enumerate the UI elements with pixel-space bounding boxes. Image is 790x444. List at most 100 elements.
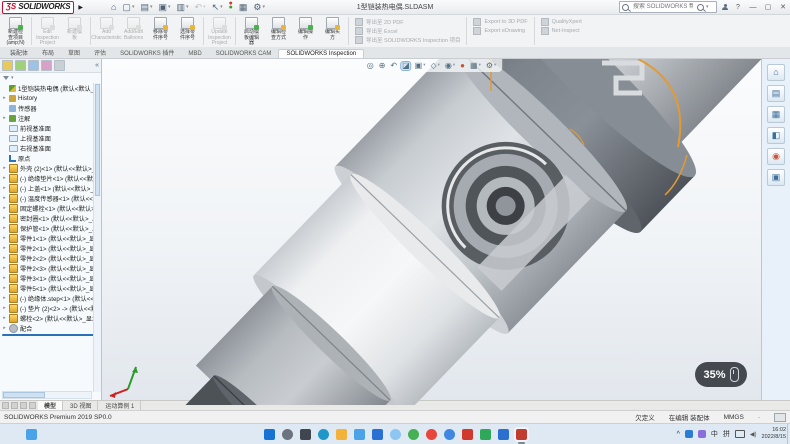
scrollbar-thumb[interactable]	[95, 84, 100, 196]
file-explorer-icon[interactable]: ▦	[767, 106, 785, 123]
export-excel-item[interactable]: 导出至 Excel	[355, 27, 460, 35]
previous-view-icon[interactable]: ↶	[389, 62, 398, 70]
ime-language-indicator[interactable]: 中	[711, 429, 718, 439]
edit-operation-button[interactable]: 编辑操 作	[292, 15, 319, 47]
export-edrawing-item[interactable]: Export eDrawing	[473, 27, 527, 35]
tab-sketch[interactable]: 草图	[61, 47, 87, 58]
tree-horizontal-scrollbar[interactable]	[2, 391, 92, 399]
save-icon[interactable]: ▣▾	[158, 3, 170, 12]
options-icon[interactable]: ⚙▾	[253, 3, 265, 12]
tree-item-top-cover[interactable]: ▸(-) 上盖<1> (默认<<默认>_显示状态	[0, 183, 101, 193]
tree-item-assembly-root[interactable]: 1型铠装热电偶 (默认<默认_显示状态-1>	[0, 83, 101, 93]
display-style-icon[interactable]: ◇▾	[430, 62, 441, 70]
export-inspection-project-item[interactable]: 导出至 SOLIDWORKS Inspection 项目	[355, 36, 460, 44]
minimize-button[interactable]: —	[748, 4, 758, 11]
undo-icon[interactable]: ↶▾	[195, 3, 206, 12]
start-button[interactable]	[264, 429, 275, 440]
tree-item-bolt2[interactable]: ▸螺栓<2> (默认<<默认>_显示状态	[0, 313, 101, 323]
tree-item-history[interactable]: ▸History	[0, 93, 101, 103]
configurationmanager-tab-icon[interactable]	[28, 60, 39, 71]
rebuild-icon[interactable]: ●	[229, 4, 233, 11]
solidworks-taskbar-icon[interactable]	[516, 429, 527, 440]
print-icon[interactable]: ▥▾	[177, 3, 189, 12]
tree-item-right-plane[interactable]: 右视基准面	[0, 143, 101, 153]
file-properties-icon[interactable]: ▦	[239, 3, 248, 12]
tab-mbd[interactable]: MBD	[181, 50, 208, 58]
chrome-icon[interactable]	[444, 429, 455, 440]
export-2d-pdf-item[interactable]: 导出至 2D PDF	[355, 18, 460, 26]
w-app-icon[interactable]	[498, 429, 509, 440]
units-selector[interactable]: MMGS	[724, 414, 744, 421]
view-palette-icon[interactable]: ◧	[767, 127, 785, 144]
remove-balloons-button[interactable]: 移除零 件序号	[147, 15, 174, 47]
select-icon[interactable]: ↖▾	[212, 3, 223, 12]
onedrive-icon[interactable]	[390, 429, 401, 440]
tree-item-insulating-gasket[interactable]: ▸(-) 绝缘垫片<1> (默认<<默认>_显示状	[0, 173, 101, 183]
tree-item-gasket2[interactable]: ▸(-) 垫片 (2)<2> -> (默认<<默认>_显示状态	[0, 303, 101, 313]
mail-icon[interactable]	[354, 429, 365, 440]
store-icon[interactable]	[372, 429, 383, 440]
update-inspection-project-button[interactable]: Update Inspection Project	[206, 15, 233, 47]
tree-item-insulator-step[interactable]: ▸(-) 绝缘体.step<1> (默认<<默认>	[0, 293, 101, 303]
filter-funnel-icon[interactable]	[3, 76, 9, 80]
qualityxpert-item[interactable]: QualityXpert	[541, 18, 582, 26]
tree-item-temperature-sensor[interactable]: ▸(-) 温度传感器<1> (默认<<默认>_显	[0, 193, 101, 203]
appearances-scenes-icon[interactable]: ◉	[767, 148, 785, 165]
tree-item-mates[interactable]: ▸配合	[0, 323, 101, 333]
network-icon[interactable]	[735, 430, 745, 438]
tree-item-front-plane[interactable]: 前视基准面	[0, 123, 101, 133]
tab-solidworks-cam[interactable]: SOLIDWORKS CAM	[209, 50, 279, 58]
tree-item-part5[interactable]: ▸零件5<1> (默认<<默认>_显示状态	[0, 283, 101, 293]
zoom-area-icon[interactable]: ⊕	[378, 62, 387, 70]
add-edit-balloons-button[interactable]: Add/Edit Balloons	[120, 15, 147, 47]
task-view-icon[interactable]	[300, 429, 311, 440]
task-pane-toggle-icon[interactable]	[774, 413, 786, 422]
tab-solidworks-inspection[interactable]: SOLIDWORKS Inspection	[278, 49, 364, 58]
design-library-icon[interactable]: ▤	[767, 85, 785, 102]
help-button[interactable]: ?	[733, 4, 743, 11]
net-inspect-item[interactable]: Net-Inspect	[541, 27, 582, 35]
close-button[interactable]: ✕	[778, 3, 788, 11]
tree-item-shell[interactable]: ▸外壳 (2)<1> (默认<<默认>_显示状态	[0, 163, 101, 173]
tree-item-part2-1[interactable]: ▸零件2<1> (默认<<默认>_显示状态	[0, 243, 101, 253]
open-file-icon[interactable]: ▤▾	[140, 3, 152, 12]
volume-icon[interactable]: ◀)	[750, 431, 757, 438]
menu-flyout-arrow-icon[interactable]: ▶	[78, 4, 83, 11]
new-file-icon[interactable]: ▢▾	[122, 3, 134, 12]
tab-evaluate[interactable]: 评估	[87, 47, 113, 58]
tab-model[interactable]: 模型	[38, 401, 63, 410]
rollback-bar[interactable]	[2, 334, 98, 336]
home-icon[interactable]: ⌂	[111, 3, 116, 12]
search-input[interactable]	[631, 3, 695, 11]
edit-measure-button[interactable]: 编辑实 方	[319, 15, 346, 47]
tree-item-part3[interactable]: ▸零件3<1> (默认<<默认>_显示状态	[0, 273, 101, 283]
pane-splitter-button[interactable]	[20, 402, 27, 409]
tree-item-origin[interactable]: 原点	[0, 153, 101, 163]
pane-splitter-button[interactable]	[2, 402, 9, 409]
edit-inspection-project-button[interactable]: Edit Inspection Project	[34, 15, 61, 47]
view-orientation-icon[interactable]: ▣▾	[414, 62, 427, 70]
tab-solidworks-addins[interactable]: SOLIDWORKS 插件	[113, 47, 181, 58]
tree-item-fixing-bolt[interactable]: ▸固定螺栓<1> (默认<<默认>_显示状态	[0, 203, 101, 213]
tree-item-annotations[interactable]: ▸注解	[0, 113, 101, 123]
graphics-viewport[interactable]: ◎ ⊕ ↶ ◪ ▣▾ ◇▾ ◉▾ ● ▦▾ ⚙▾ 35%	[102, 59, 761, 400]
propertymanager-tab-icon[interactable]	[15, 60, 26, 71]
displaymanager-tab-icon[interactable]	[54, 60, 65, 71]
custom-properties-icon[interactable]: ▣	[767, 169, 785, 186]
apply-scene-icon[interactable]: ▦▾	[469, 62, 482, 70]
add-characteristic-button[interactable]: Add Characteristic	[93, 15, 120, 47]
collapse-panel-icon[interactable]: «	[95, 62, 99, 69]
green-app-icon[interactable]	[408, 429, 419, 440]
new-template-button[interactable]: 新建模 板	[61, 15, 88, 47]
tab-assembly[interactable]: 装配体	[3, 47, 35, 58]
tab-3d-views[interactable]: 3D 视图	[64, 401, 98, 410]
export-3d-pdf-item[interactable]: Export to 3D PDF	[473, 18, 527, 26]
widgets-icon[interactable]	[26, 429, 37, 440]
view-settings-icon[interactable]: ⚙▾	[485, 62, 497, 70]
3d-model-canvas[interactable]	[102, 59, 763, 405]
edit-appearance-icon[interactable]: ●	[459, 62, 466, 70]
search-icon[interactable]	[282, 429, 293, 440]
featuremanager-tree-tab-icon[interactable]	[2, 60, 13, 71]
tree-item-part1[interactable]: ▸零件1<1> (默认<<默认>_显示状态=	[0, 233, 101, 243]
tree-item-part2-2[interactable]: ▸零件2<2> (默认<<默认>_显示状态	[0, 253, 101, 263]
